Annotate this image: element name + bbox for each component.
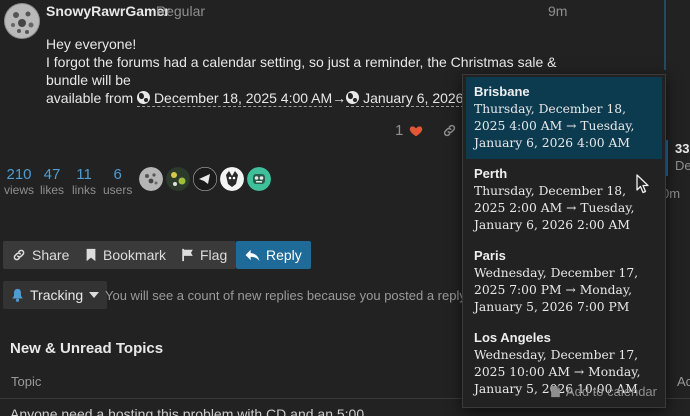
bookmark-icon [86,248,96,262]
add-to-calendar-label: Add to calendar [565,384,657,399]
share-button[interactable]: Share [3,241,79,269]
timeline-track [664,0,666,70]
post-line-greeting: Hey everyone! [46,36,137,52]
stat-value: 47 [43,166,61,183]
date-start-text: December 18, 2025 4:00 AM [153,90,333,106]
timezone-range: Wednesday, December 17, 2025 7:00 PM → M… [474,266,639,314]
timezone-option[interactable]: Brisbane Thursday, December 18, 2025 4:0… [466,77,662,159]
post-line-prefix: available from [46,90,134,106]
timezone-range: Thursday, December 18, 2025 2:00 AM → Tu… [474,184,635,232]
reply-button[interactable]: Reply [236,241,311,269]
stat-views: 210 views [4,166,34,197]
local-date-start[interactable]: December 18, 2025 4:00 AM [137,90,333,107]
topic-list-item[interactable]: Anyone need a hosting this problem with … [10,406,364,416]
timezone-range: Thursday, December 18, 2025 4:00 AM → Tu… [474,102,635,150]
stat-label: links [72,183,97,197]
mouse-cursor-icon [636,174,649,194]
like-count[interactable]: 1 [395,122,403,139]
file-icon [551,385,560,398]
timeline-position: 33 [675,141,690,156]
timezone-city: Los Angeles [474,330,551,345]
tracking-label: Tracking [30,287,84,303]
stat-label: users [103,183,133,197]
caret-down-icon [89,292,100,298]
stat-value: 11 [76,166,92,183]
participant-avatar[interactable] [166,167,190,191]
flag-button-label: Flag [200,247,228,263]
reply-button-label: Reply [266,247,302,263]
post-time[interactable]: 9m [548,3,567,19]
author-user-title: Regular [156,3,206,19]
globe-icon [346,91,360,104]
suggested-topics-title: New & Unread Topics [10,340,164,357]
reply-icon [245,249,260,261]
bell-icon [12,288,23,302]
stat-label: views [4,183,35,197]
timeline-date: De [675,158,690,173]
participant-avatar[interactable] [193,167,217,191]
timezone-option[interactable]: Perth Thursday, December 18, 2025 2:00 A… [466,159,662,241]
date-arrow: → [332,90,347,106]
timezone-option[interactable]: Paris Wednesday, December 17, 2025 7:00 … [466,241,662,323]
local-dates-popup: Brisbane Thursday, December 18, 2025 4:0… [462,74,666,408]
participant-avatar[interactable] [139,167,163,191]
stat-value: 6 [113,166,122,183]
column-header-topic: Topic [11,374,42,389]
share-button-label: Share [32,247,70,263]
stat-links[interactable]: 11 links [72,166,96,197]
flag-button[interactable]: Flag [172,241,237,269]
timezone-city: Perth [474,166,508,181]
globe-icon [137,91,151,104]
column-header-activity: Activity [677,374,690,389]
participant-avatar[interactable] [247,167,271,191]
author-avatar[interactable] [4,3,40,39]
heart-icon[interactable] [409,124,423,138]
link-icon [13,249,25,261]
author-username[interactable]: SnowyRawrGamer [46,3,170,19]
stat-value: 210 [6,166,32,183]
flag-icon [182,248,193,262]
participant-avatar[interactable] [220,167,244,191]
stat-label: likes [40,183,65,197]
notification-level-dropdown[interactable]: Tracking [3,281,108,309]
link-icon[interactable] [442,123,457,138]
bookmark-button[interactable]: Bookmark [76,241,176,269]
bookmark-button-label: Bookmark [103,247,167,263]
tracking-description: You will see a count of new replies beca… [105,288,465,303]
stat-users: 6 users [103,166,132,197]
timezone-city: Brisbane [474,84,530,99]
add-to-calendar-button[interactable]: Add to calendar [550,384,657,399]
timezone-city: Paris [474,248,506,263]
stat-likes: 47 likes [40,166,64,197]
